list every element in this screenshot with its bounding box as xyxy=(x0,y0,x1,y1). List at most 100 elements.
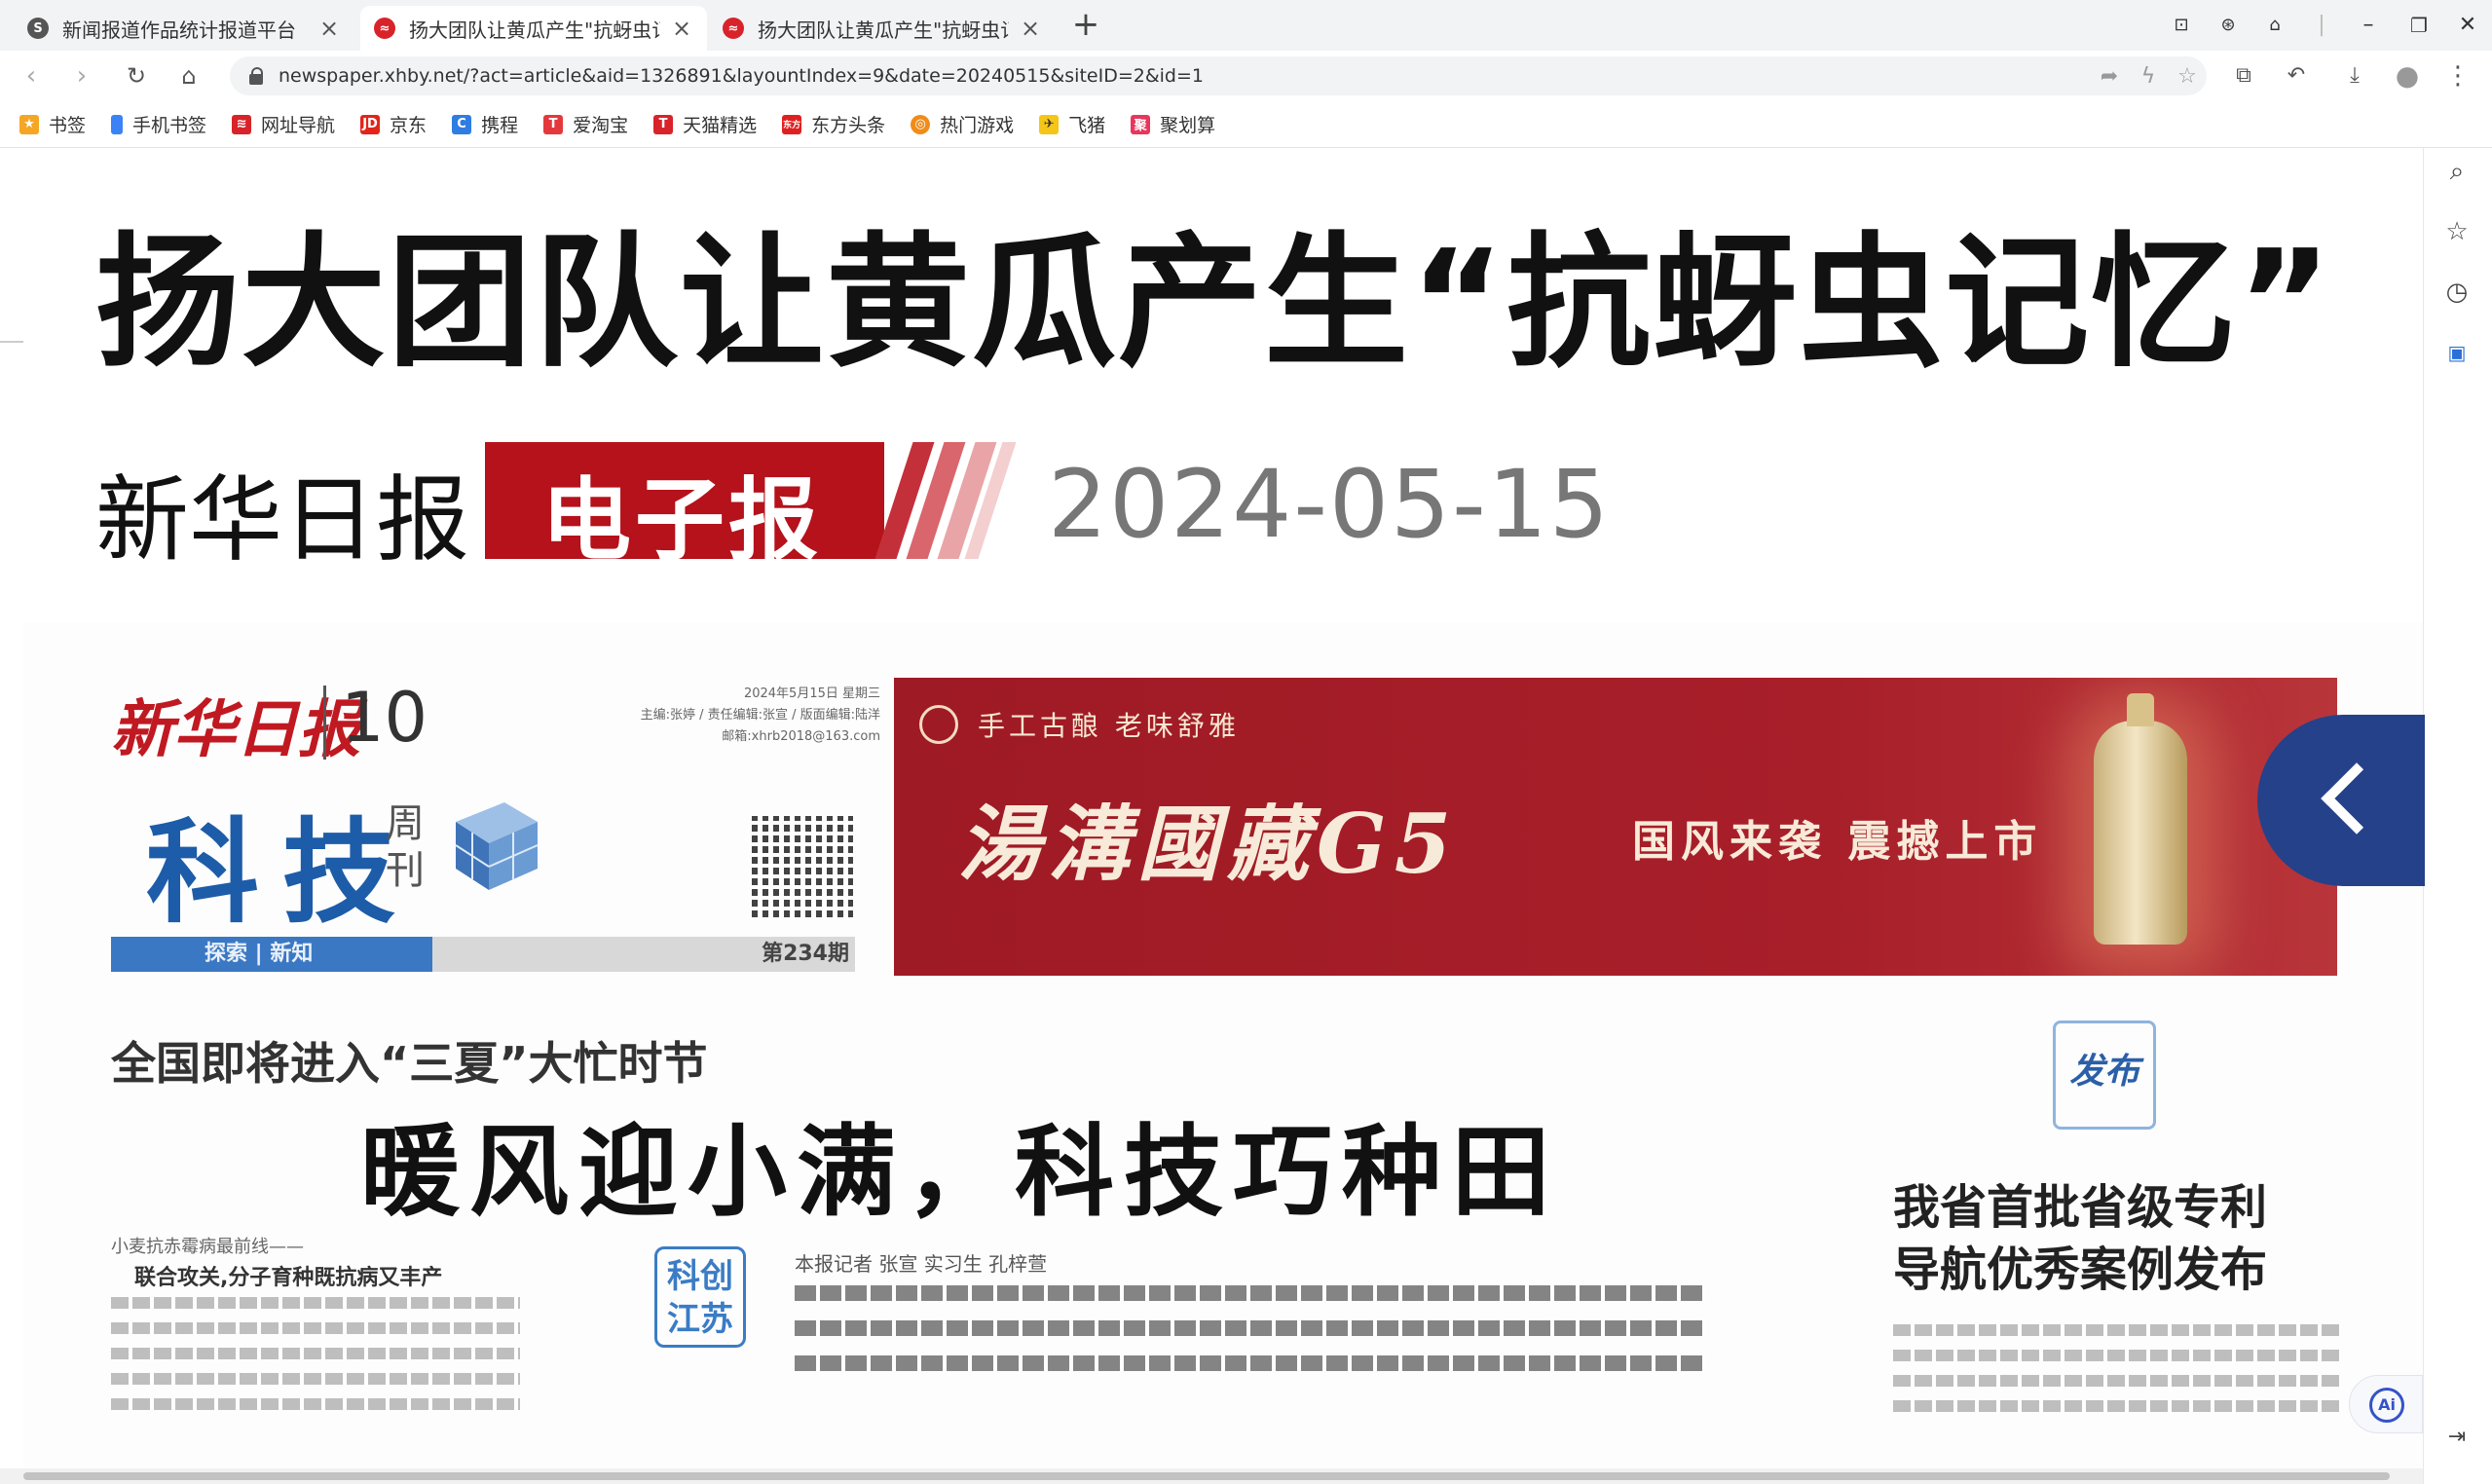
ad-brand: 湯溝國藏G5 xyxy=(958,796,1460,892)
scan-kicker: 全国即将进入“三夏”大忙时节 xyxy=(111,1037,708,1090)
bookmark-item[interactable]: JD 京东 xyxy=(360,111,427,137)
reload-icon[interactable]: ↻ xyxy=(119,58,154,93)
bottle-image xyxy=(2094,693,2187,945)
scan-meta: 2024年5月15日 星期三 主编:张婷 / 责任编辑:张宣 / 版面编辑:陆洋… xyxy=(539,684,880,748)
scan-meta-line: 2024年5月15日 星期三 xyxy=(743,686,880,701)
scan-meta-line: 主编:张婷 / 责任编辑:张宣 / 版面编辑:陆洋 xyxy=(640,708,880,723)
close-icon[interactable]: × xyxy=(1019,15,1042,42)
newspaper-scan[interactable]: 新华日报 10 2024年5月15日 星期三 主编:张婷 / 责任编辑:张宣 /… xyxy=(23,623,2423,1484)
bookmark-item[interactable]: ✈ 飞猪 xyxy=(1039,111,1105,137)
back-icon[interactable]: ‹ xyxy=(14,58,49,93)
extension-icon[interactable]: ⌂ xyxy=(2253,6,2296,45)
close-window-button[interactable]: ✕ xyxy=(2446,6,2489,45)
scrollbar-thumb[interactable] xyxy=(23,1472,2390,1480)
menu-icon[interactable]: ⋮ xyxy=(2440,58,2475,93)
horizontal-scrollbar[interactable] xyxy=(0,1468,2423,1484)
badge-label: 电子报 xyxy=(541,468,823,573)
previous-page-button[interactable] xyxy=(2257,715,2425,886)
qr-code xyxy=(752,816,853,917)
bookmark-item[interactable]: ★ 书签 xyxy=(19,111,86,137)
scan-right-title: 我省首批省级专利导航优秀案例发布 xyxy=(1893,1180,2268,1297)
nav-site-icon: ≋ xyxy=(232,114,252,134)
edition-badge: 电子报 xyxy=(485,442,1017,573)
scan-section-tag: 科创江苏 xyxy=(654,1246,746,1348)
tab-article-active[interactable]: ≈ 扬大团队让黄瓜产生"抗蚜虫记忆" × xyxy=(360,6,707,51)
bookmarks-bar: ★ 书签 手机书签 ≋ 网址导航 JD 京东 C 携程 T 爱淘宝 T 天猫精选 东方 东方头… xyxy=(0,101,2492,148)
side-panel: ⌕ ☆ ◷ ▣ ⇥ xyxy=(2423,148,2492,1484)
download-icon[interactable]: ⤓ xyxy=(2337,58,2372,93)
bookmark-label: 爱淘宝 xyxy=(573,115,629,136)
new-tab-button[interactable]: + xyxy=(1069,6,1102,45)
tab-search-icon[interactable]: ⊡ xyxy=(2160,6,2203,45)
tab-title: 扬大团队让黄瓜产生"抗蚜虫记忆" xyxy=(409,18,660,42)
scan-bar-label: 探索 | 新知 xyxy=(111,937,432,972)
url-text[interactable]: newspaper.xhby.net/?act=article&aid=1326… xyxy=(279,65,2090,87)
tmall-icon: T xyxy=(653,114,674,134)
scan-column-text xyxy=(111,1297,520,1424)
ai-assistant-button[interactable]: Ai xyxy=(2349,1375,2423,1433)
ad-slogan: 手工古酿 老味舒雅 xyxy=(978,710,1240,742)
bookmark-label: 手机书签 xyxy=(132,115,207,136)
bookmark-item[interactable]: T 爱淘宝 xyxy=(543,111,628,137)
bookmark-label: 飞猪 xyxy=(1068,115,1106,136)
history-icon[interactable]: ◷ xyxy=(2437,273,2476,312)
scan-subhead-small: 小麦抗赤霉病最前线—— xyxy=(111,1237,304,1257)
search-icon[interactable]: ⌕ xyxy=(2437,152,2476,191)
scan-body-text xyxy=(795,1285,1706,1391)
scan-issue: 第234期 xyxy=(762,942,849,966)
close-icon[interactable]: × xyxy=(317,15,341,42)
liquor-ad: 手工古酿 老味舒雅 湯溝國藏G5 国风来袭 震撼上市 xyxy=(894,678,2337,976)
lock-icon[interactable] xyxy=(249,67,265,85)
address-bar[interactable]: newspaper.xhby.net/?act=article&aid=1326… xyxy=(230,56,2207,95)
taobao-icon: T xyxy=(543,114,564,134)
minimize-button[interactable]: – xyxy=(2347,6,2390,45)
bookmark-item[interactable]: T 天猫精选 xyxy=(653,111,757,137)
page-content: 扬大团队让黄瓜产生“抗蚜虫记忆” 新华日报 电子报 2024-05-15 新华日… xyxy=(0,148,2423,1484)
lightning-icon[interactable]: ϟ xyxy=(2129,64,2168,89)
scan-meta-line: 邮箱:xhrb2018@163.com xyxy=(722,729,880,744)
star-icon[interactable]: ☆ xyxy=(2168,64,2207,89)
tab-title: 新闻报道作品统计报道平台 xyxy=(62,18,296,42)
publish-date: 2024-05-15 xyxy=(1048,450,1611,559)
share-icon[interactable]: ➦ xyxy=(2090,64,2129,89)
collapse-panel-icon[interactable]: ⇥ xyxy=(2437,1418,2476,1457)
favorites-icon[interactable]: ☆ xyxy=(2437,212,2476,251)
bookmark-item[interactable]: 东方 东方头条 xyxy=(782,111,885,137)
bookmark-label: 书签 xyxy=(49,115,87,136)
bookmark-item[interactable]: C 携程 xyxy=(452,111,518,137)
ctrip-icon: C xyxy=(452,114,472,134)
ad-tagline: 国风来袭 震撼上市 xyxy=(1632,817,2043,867)
incognito-icon[interactable]: ⊛ xyxy=(2207,6,2250,45)
undo-close-icon[interactable]: ↶ xyxy=(2279,58,2314,93)
app-icon[interactable]: ▣ xyxy=(2437,333,2476,372)
separator: | xyxy=(2318,13,2325,37)
close-icon[interactable]: × xyxy=(670,15,693,42)
bookmark-label: 聚划算 xyxy=(1160,115,1216,136)
game-icon: ◎ xyxy=(911,114,931,134)
xhby-logo-icon: ≈ xyxy=(374,18,395,39)
extensions-icon[interactable]: ⧉ xyxy=(2226,58,2261,93)
bookmark-item[interactable]: ◎ 热门游戏 xyxy=(911,111,1014,137)
tab-strip: S 新闻报道作品统计报道平台 × ≈ 扬大团队让黄瓜产生"抗蚜虫记忆" × ≈ … xyxy=(0,0,2492,51)
bookmark-item[interactable]: ≋ 网址导航 xyxy=(232,111,335,137)
avatar[interactable]: ● xyxy=(2390,58,2425,93)
restore-button[interactable]: ❐ xyxy=(2398,6,2440,45)
forward-icon[interactable]: › xyxy=(64,58,99,93)
brand-seal-icon xyxy=(919,705,958,744)
scan-weekly-small: 周刊 xyxy=(386,801,425,893)
bookmark-item[interactable]: 聚聚划算 xyxy=(1131,111,1215,137)
tab-article[interactable]: ≈ 扬大团队让黄瓜产生"抗蚜虫记忆" × xyxy=(709,6,1056,51)
scan-main-title: 暖风迎小满，科技巧种田 xyxy=(360,1114,1560,1231)
tab-stats-platform[interactable]: S 新闻报道作品统计报道平台 × xyxy=(14,6,354,51)
fliggy-icon: ✈ xyxy=(1039,114,1060,134)
scan-byline: 本报记者 张宣 实习生 孔梓萱 xyxy=(795,1252,1048,1276)
scan-section-bar: 探索 | 新知 第234期 xyxy=(111,937,855,972)
divider xyxy=(323,686,326,760)
home-icon[interactable]: ⌂ xyxy=(171,58,206,93)
article-headline: 扬大团队让黄瓜产生“抗蚜虫记忆” xyxy=(95,219,2334,387)
s-logo-icon: S xyxy=(27,18,49,39)
xhby-logo-icon: ≈ xyxy=(723,18,744,39)
star-icon: ★ xyxy=(19,114,39,134)
bookmark-item[interactable]: 手机书签 xyxy=(111,111,206,137)
bookmark-label: 携程 xyxy=(481,115,519,136)
